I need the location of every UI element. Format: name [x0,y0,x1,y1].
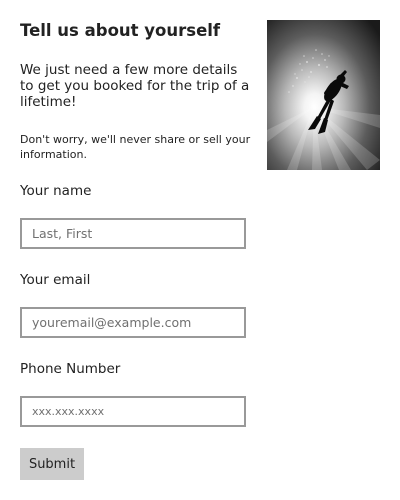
email-label: Your email [20,272,91,288]
intro-text: We just need a few more details to get y… [20,62,250,110]
phone-number-input[interactable] [20,396,246,427]
name-label: Your name [20,183,92,199]
page-title: Tell us about yourself [20,21,221,40]
submit-button[interactable]: Submit [20,448,84,480]
booking-details-page: Tell us about yourself We just need a fe… [0,0,400,500]
scuba-diver-photo [267,20,380,170]
privacy-note: Don't worry, we'll never share or sell y… [20,133,251,161]
name-input[interactable] [20,218,246,249]
email-input[interactable] [20,307,246,338]
phone-number-label: Phone Number [20,361,121,377]
